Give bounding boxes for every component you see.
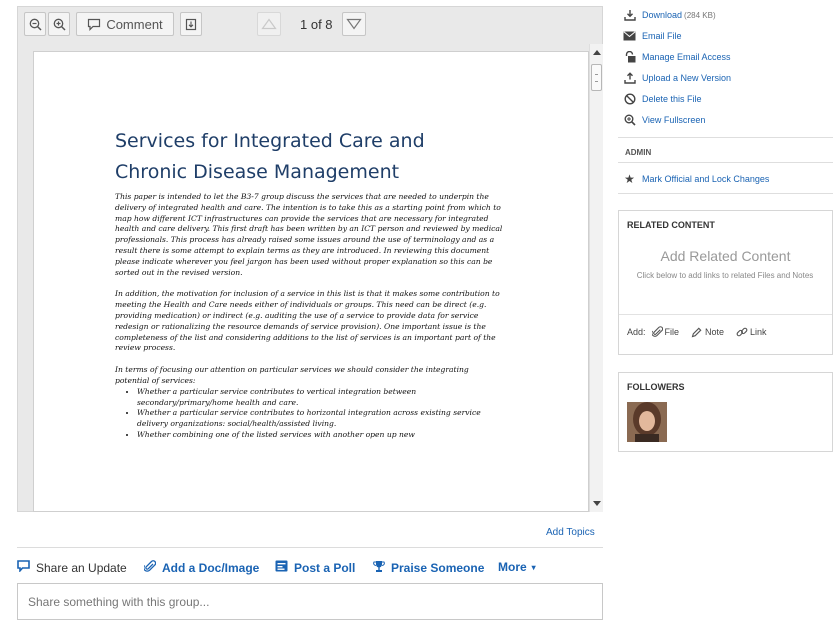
avatar[interactable] xyxy=(627,402,667,442)
prev-page-icon xyxy=(261,18,277,30)
share-bar: Share an Update Add a Doc/Image Post a P… xyxy=(17,547,603,583)
document-bullet-list: Whether a particular service contributes… xyxy=(137,387,505,441)
manage-email-access-label: Manage Email Access xyxy=(642,52,731,62)
related-content-hint: Click below to add links to related File… xyxy=(636,271,814,280)
add-note-link[interactable]: Note xyxy=(691,327,727,338)
comment-button[interactable]: Comment xyxy=(76,12,174,36)
zoom-out-icon xyxy=(29,18,42,31)
email-file-label: Email File xyxy=(642,31,682,41)
chain-link-icon xyxy=(736,327,748,337)
download-icon xyxy=(622,9,637,21)
email-icon xyxy=(622,31,637,41)
mark-official-link[interactable]: ★ Mark Official and Lock Changes xyxy=(622,172,769,186)
document-bullet: Whether a particular service contributes… xyxy=(137,387,505,409)
share-input[interactable]: Share something with this group... xyxy=(17,583,603,620)
document-viewer: Comment 1 of 8 Services for Integrated C… xyxy=(17,6,603,512)
next-page-button[interactable] xyxy=(342,12,366,36)
divider xyxy=(619,314,832,315)
document-scrollbar[interactable] xyxy=(589,44,603,512)
add-doc-image-tab[interactable]: Add a Doc/Image xyxy=(143,560,260,576)
scroll-down-arrow-icon[interactable] xyxy=(593,501,601,506)
document-paragraph: This paper is intended to let the B3-7 g… xyxy=(115,192,503,277)
trophy-icon xyxy=(373,560,385,576)
share-update-label: Share an Update xyxy=(36,560,127,575)
poll-icon xyxy=(275,560,288,575)
add-note-label: Note xyxy=(705,327,725,337)
document-page: Services for Integrated Care and Chronic… xyxy=(33,51,589,512)
share-update-tab[interactable]: Share an Update xyxy=(17,560,127,575)
download-doc-button[interactable] xyxy=(180,12,202,36)
download-link[interactable]: Download (284 KB) xyxy=(622,8,716,22)
fullscreen-magnifier-icon xyxy=(622,114,637,126)
scroll-up-arrow-icon[interactable] xyxy=(593,50,601,55)
note-icon xyxy=(691,327,702,337)
zoom-in-button[interactable] xyxy=(48,12,70,36)
avatar-photo xyxy=(627,402,667,442)
chat-bubble-icon xyxy=(17,560,30,575)
comment-icon xyxy=(88,18,101,31)
document-title: Services for Integrated Care and Chronic… xyxy=(115,126,535,188)
add-link-link[interactable]: Link xyxy=(736,326,770,338)
divider xyxy=(618,193,833,194)
related-add-row: Add: File Note Link xyxy=(627,326,773,338)
add-file-link[interactable]: File xyxy=(651,326,683,338)
more-dropdown[interactable]: More ▾ xyxy=(498,560,536,574)
add-link-label: Link xyxy=(750,327,767,337)
download-doc-icon xyxy=(185,18,197,30)
document-paragraph: In addition, the motivation for inclusio… xyxy=(115,289,500,353)
followers-header: FOLLOWERS xyxy=(627,382,685,392)
post-poll-tab[interactable]: Post a Poll xyxy=(275,560,355,575)
delete-icon xyxy=(622,93,637,105)
lock-icon xyxy=(622,51,637,63)
download-size: (284 KB) xyxy=(684,10,716,20)
post-poll-label: Post a Poll xyxy=(294,560,356,575)
mark-official-label: Mark Official and Lock Changes xyxy=(642,174,770,184)
prev-page-button[interactable] xyxy=(257,12,281,36)
document-body: This paper is intended to let the B3-7 g… xyxy=(115,192,505,441)
page-counter: 1 of 8 xyxy=(300,17,333,32)
add-doc-image-label: Add a Doc/Image xyxy=(162,561,260,575)
upload-version-link[interactable]: Upload a New Version xyxy=(622,71,731,85)
add-topics-link[interactable]: Add Topics xyxy=(546,527,595,538)
caret-down-icon: ▾ xyxy=(531,562,536,572)
related-content-panel: RELATED CONTENT Add Related Content Clic… xyxy=(618,210,833,355)
delete-file-label: Delete this File xyxy=(642,94,702,104)
download-label: Download xyxy=(642,10,683,20)
viewer-toolbar: Comment 1 of 8 xyxy=(18,7,602,41)
add-label: Add: xyxy=(627,327,646,337)
document-title-line-1: Services for Integrated Care and xyxy=(115,130,425,152)
comment-label: Comment xyxy=(106,16,163,32)
zoom-in-icon xyxy=(53,18,66,31)
document-paragraph: In terms of focusing our attention on pa… xyxy=(115,365,469,385)
delete-file-link[interactable]: Delete this File xyxy=(622,92,702,106)
divider xyxy=(618,137,833,138)
star-icon: ★ xyxy=(624,172,635,186)
admin-section-label: ADMIN xyxy=(625,148,652,157)
praise-someone-tab[interactable]: Praise Someone xyxy=(373,560,484,576)
followers-panel: FOLLOWERS xyxy=(618,372,833,452)
related-content-header: RELATED CONTENT xyxy=(627,220,715,230)
paperclip-icon xyxy=(651,326,663,337)
view-fullscreen-label: View Fullscreen xyxy=(642,115,706,125)
document-bullet: Whether a particular service contributes… xyxy=(137,408,505,430)
document-bullet: Whether combining one of the listed serv… xyxy=(137,430,505,441)
add-file-label: File xyxy=(664,327,680,337)
upload-version-label: Upload a New Version xyxy=(642,73,732,83)
praise-someone-label: Praise Someone xyxy=(391,561,485,575)
add-related-content-title: Add Related Content xyxy=(660,248,791,264)
view-fullscreen-link[interactable]: View Fullscreen xyxy=(622,113,705,127)
next-page-icon xyxy=(346,18,362,30)
manage-email-access-link[interactable]: Manage Email Access xyxy=(622,50,731,64)
upload-icon xyxy=(622,72,637,84)
more-label: More xyxy=(498,560,527,574)
email-file-link[interactable]: Email File xyxy=(622,29,682,43)
scroll-thumb[interactable] xyxy=(591,64,602,91)
document-title-line-2: Chronic Disease Management xyxy=(115,161,400,183)
paperclip-icon xyxy=(143,560,157,576)
divider xyxy=(618,162,833,163)
zoom-out-button[interactable] xyxy=(24,12,46,36)
